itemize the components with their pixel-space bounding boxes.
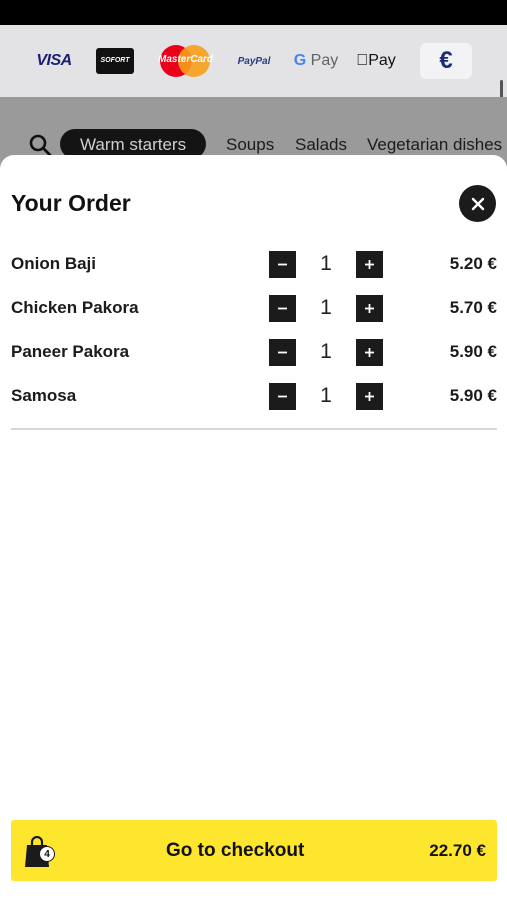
item-quantity: 1: [320, 296, 332, 319]
order-item-row: Paneer Pakora 1 5.90 €: [0, 330, 507, 374]
paypal-logo: PayPal: [237, 55, 271, 67]
increase-quantity-button[interactable]: [356, 295, 383, 322]
category-tab-salads[interactable]: Salads: [295, 135, 347, 155]
order-title: Your Order: [11, 190, 131, 216]
plus-icon: [365, 260, 374, 269]
status-bar: [0, 0, 507, 25]
minus-icon: [278, 395, 287, 398]
search-icon[interactable]: [28, 133, 52, 157]
plus-icon: [365, 304, 374, 313]
close-icon: [471, 197, 484, 210]
euro-icon: €: [420, 43, 472, 79]
decrease-quantity-button[interactable]: [269, 339, 296, 366]
decrease-quantity-button[interactable]: [269, 383, 296, 410]
order-item-row: Samosa 1 5.90 €: [0, 374, 507, 418]
item-name: Paneer Pakora: [11, 342, 130, 361]
decrease-quantity-button[interactable]: [269, 295, 296, 322]
item-name: Onion Baji: [11, 254, 96, 273]
sofort-logo: SOFORT: [96, 25, 134, 97]
checkout-total: 22.70 €: [429, 841, 486, 860]
item-quantity: 1: [320, 340, 332, 363]
item-quantity: 1: [320, 252, 332, 275]
minus-icon: [278, 351, 287, 354]
item-quantity: 1: [320, 384, 332, 407]
checkout-label: Go to checkout: [166, 840, 305, 861]
plus-icon: [365, 348, 374, 357]
minus-icon: [278, 307, 287, 310]
order-sheet: Your Order Onion Baji 1 5.20 € Chicken P…: [0, 155, 507, 900]
order-divider: [11, 428, 497, 430]
plus-icon: [365, 392, 374, 401]
category-tab-vegetarian[interactable]: Vegetarian dishes: [367, 135, 502, 155]
gpay-logo: G Pay: [293, 52, 339, 69]
decrease-quantity-button[interactable]: [269, 251, 296, 278]
checkout-button[interactable]: 4 Go to checkout 22.70 €: [11, 820, 497, 881]
increase-quantity-button[interactable]: [356, 339, 383, 366]
mastercard-logo: MasterCard: [158, 25, 213, 97]
item-price: 5.90 €: [449, 342, 497, 361]
payment-methods-strip: VISA SOFORT MasterCard PayPal G Pay Pay…: [0, 25, 507, 124]
category-tab-soups[interactable]: Soups: [226, 135, 274, 155]
item-price: 5.90 €: [449, 386, 497, 405]
category-nav: Warm starters Soups Salads Vegetarian di…: [0, 97, 507, 159]
item-price: 5.70 €: [449, 298, 497, 317]
order-item-row: Chicken Pakora 1 5.70 €: [0, 286, 507, 330]
currency-euro-button[interactable]: €: [420, 25, 472, 97]
bottom-peek-text: [22, 891, 168, 900]
increase-quantity-button[interactable]: [356, 383, 383, 410]
visa-logo: VISA: [36, 52, 72, 69]
item-name: Chicken Pakora: [11, 298, 139, 317]
minus-icon: [278, 263, 287, 266]
item-name: Samosa: [11, 386, 77, 405]
applepay-logo: Pay: [356, 52, 396, 69]
increase-quantity-button[interactable]: [356, 251, 383, 278]
order-item-row: Onion Baji 1 5.20 €: [0, 242, 507, 286]
cart-count-badge: 4: [39, 846, 55, 862]
close-button[interactable]: [459, 185, 496, 222]
item-price: 5.20 €: [449, 254, 497, 273]
